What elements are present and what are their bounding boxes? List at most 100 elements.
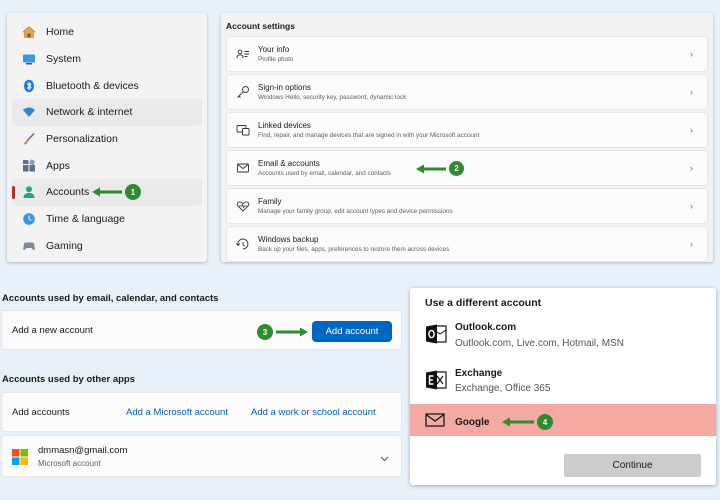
chevron-right-icon: ›: [690, 201, 693, 211]
selection-indicator: [12, 186, 15, 200]
wifi-icon: [22, 105, 36, 119]
settings-row-email-accounts[interactable]: Email & accounts Accounts used by email,…: [226, 150, 708, 186]
sidebar-item-network[interactable]: Network & internet: [12, 99, 202, 126]
chevron-right-icon: ›: [690, 49, 693, 59]
microsoft-logo-icon: [12, 449, 28, 470]
row-subtitle: Accounts used by email, calendar, and co…: [258, 170, 392, 177]
backup-icon: [236, 237, 250, 251]
sidebar-item-label: Bluetooth & devices: [46, 79, 139, 92]
step-badge: 1: [125, 184, 141, 201]
sidebar-item-bluetooth[interactable]: Bluetooth & devices: [12, 72, 202, 99]
sidebar-item-accounts[interactable]: Accounts 1: [12, 179, 202, 206]
add-work-school-account-link[interactable]: Add a work or school account: [251, 407, 376, 418]
add-new-account-label: Add a new account: [12, 325, 93, 336]
add-new-account-card: Add a new account 3 Add account: [1, 310, 402, 350]
row-subtitle: Manage your family group, edit account t…: [258, 208, 453, 215]
section-title: Account settings: [226, 21, 295, 31]
sidebar-item-label: Apps: [46, 159, 70, 172]
settings-row-windows-backup[interactable]: Windows backup Back up your files, apps,…: [226, 226, 708, 262]
mail-icon: [425, 413, 445, 432]
chevron-right-icon: ›: [690, 163, 693, 173]
sidebar-item-gaming[interactable]: Gaming: [12, 233, 202, 260]
sidebar-item-label: Accounts: [46, 186, 90, 199]
account-entry[interactable]: dmmasn@gmail.com Microsoft account: [1, 435, 402, 477]
annotation-2: 2: [416, 161, 464, 176]
arrow-left-icon: [502, 417, 534, 427]
gamepad-icon: [22, 239, 36, 253]
option-name: Exchange: [455, 368, 503, 379]
add-accounts-card: Add accounts Add a Microsoft account Add…: [1, 392, 402, 432]
brush-icon: [22, 132, 36, 146]
row-title: Sign-in options: [258, 83, 311, 92]
chevron-down-icon[interactable]: [380, 450, 389, 468]
arrow-right-icon: [276, 327, 308, 337]
step-badge: 4: [537, 414, 553, 430]
home-icon: [22, 25, 36, 39]
row-title: Linked devices: [258, 121, 311, 130]
sidebar-item-label: Personalization: [46, 133, 118, 146]
annotation-3: 3: [257, 324, 308, 340]
mail-icon: [236, 161, 250, 175]
settings-sidebar: Home System Bluetooth & devices Network …: [7, 13, 207, 262]
person-icon: [22, 185, 36, 199]
sidebar-item-system[interactable]: System: [12, 46, 202, 73]
sidebar-item-apps[interactable]: Apps: [12, 152, 202, 179]
bluetooth-icon: [22, 79, 36, 93]
chevron-right-icon: ›: [690, 125, 693, 135]
chevron-right-icon: ›: [690, 239, 693, 249]
row-subtitle: Windows Hello, security key, password, d…: [258, 94, 407, 101]
option-google[interactable]: Google 4: [410, 404, 716, 436]
chevron-right-icon: ›: [690, 87, 693, 97]
step-badge: 3: [257, 324, 273, 340]
sidebar-item-label: Gaming: [46, 239, 83, 252]
option-description: Exchange, Office 365: [455, 383, 551, 394]
contact-card-icon: [236, 47, 250, 61]
sidebar-item-label: System: [46, 53, 82, 66]
continue-button[interactable]: Continue: [564, 454, 701, 477]
sidebar-item-home[interactable]: Home: [12, 19, 202, 46]
email-accounts-section: Accounts used by email, calendar, and co…: [0, 288, 404, 483]
apps-icon: [22, 159, 36, 173]
account-settings-panel: Account settings Your info Profile photo…: [221, 13, 713, 262]
step-badge: 2: [449, 161, 464, 176]
arrow-left-icon: [92, 187, 122, 197]
section-title: Accounts used by other apps: [2, 374, 136, 385]
option-name: Outlook.com: [455, 322, 517, 333]
row-title: Family: [258, 197, 282, 206]
option-outlook[interactable]: Outlook.com Outlook.com, Live.com, Hotma…: [410, 318, 716, 362]
heart-icon: [236, 199, 250, 213]
row-title: Windows backup: [258, 235, 319, 244]
option-description: Outlook.com, Live.com, Hotmail, MSN: [455, 338, 624, 349]
exchange-icon: [425, 369, 447, 396]
add-microsoft-account-link[interactable]: Add a Microsoft account: [126, 407, 228, 418]
arrow-left-icon: [416, 164, 446, 173]
sidebar-item-label: Network & internet: [46, 106, 133, 119]
settings-row-family[interactable]: Family Manage your family group, edit ac…: [226, 188, 708, 224]
globe-clock-icon: [22, 212, 36, 226]
settings-row-linked-devices[interactable]: Linked devices Find, repair, and manage …: [226, 112, 708, 148]
settings-row-sign-in[interactable]: Sign-in options Windows Hello, security …: [226, 74, 708, 110]
key-icon: [236, 85, 250, 99]
account-type: Microsoft account: [38, 459, 101, 468]
row-subtitle: Profile photo: [258, 56, 294, 63]
account-email: dmmasn@gmail.com: [38, 445, 128, 456]
sidebar-item-label: Time & language: [46, 213, 125, 226]
row-title: Your info: [258, 45, 290, 54]
annotation-4: 4: [502, 414, 553, 430]
use-different-account-dialog: Use a different account Outlook.com Outl…: [410, 288, 716, 485]
option-name: Google: [455, 417, 490, 428]
sidebar-item-personalization[interactable]: Personalization: [12, 126, 202, 153]
settings-row-your-info[interactable]: Your info Profile photo ›: [226, 36, 708, 72]
outlook-icon: [425, 323, 447, 350]
sidebar-item-time-language[interactable]: Time & language: [12, 206, 202, 233]
add-accounts-label: Add accounts: [12, 407, 70, 418]
option-exchange[interactable]: Exchange Exchange, Office 365: [410, 364, 716, 404]
row-subtitle: Back up your files, apps, preferences to…: [258, 246, 450, 253]
annotation-1: 1: [92, 184, 141, 201]
section-title: Accounts used by email, calendar, and co…: [2, 293, 219, 304]
sidebar-item-label: Home: [46, 26, 75, 39]
dialog-title: Use a different account: [425, 297, 542, 309]
add-account-button[interactable]: Add account: [312, 321, 392, 342]
devices-icon: [236, 123, 250, 137]
row-subtitle: Find, repair, and manage devices that ar…: [258, 132, 480, 139]
